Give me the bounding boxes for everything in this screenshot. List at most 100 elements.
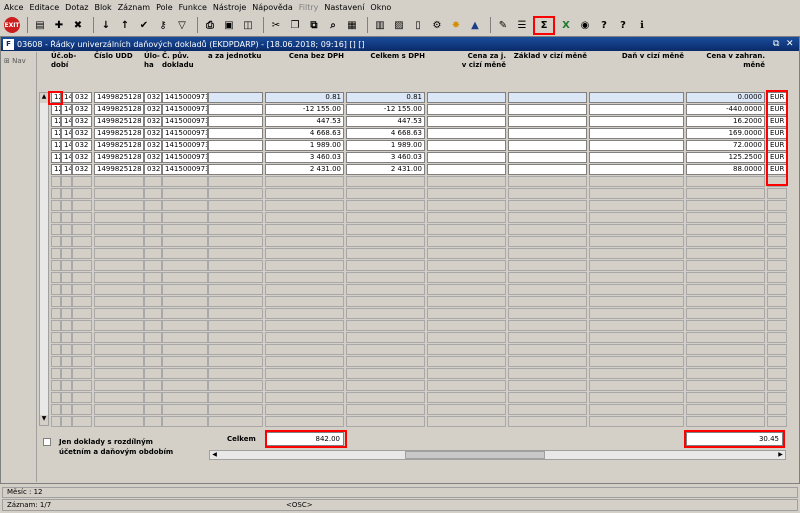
cell-empty[interactable] [427, 176, 506, 187]
cell-udd[interactable] [72, 392, 92, 403]
cell-zahran[interactable] [686, 344, 765, 355]
cell-empty[interactable] [589, 332, 684, 343]
cell-empty[interactable] [427, 164, 506, 175]
cell-zahran[interactable]: 88.0000 [686, 164, 765, 175]
cell-empty[interactable] [427, 140, 506, 151]
cell-bez_dph[interactable] [265, 380, 344, 391]
menu-item-3[interactable]: Blok [94, 3, 111, 12]
cell-empty[interactable] [508, 224, 587, 235]
cell-puv[interactable] [162, 416, 208, 427]
cell-s_dph[interactable] [346, 224, 425, 235]
cell-udd[interactable]: 032 [72, 140, 92, 151]
cell-mena[interactable] [767, 284, 787, 295]
cell-cislo[interactable]: 1499825128 [94, 164, 144, 175]
cell-empty[interactable] [508, 260, 587, 271]
cell-uc2[interactable]: 14 [61, 140, 72, 151]
cell-empty[interactable] [427, 380, 506, 391]
table-row[interactable]: 121403214998251280321415000973-12 155.00… [39, 104, 799, 115]
menu-item-4[interactable]: Záznam [118, 3, 150, 12]
cell-empty[interactable] [508, 284, 587, 295]
cell-uc1[interactable] [51, 344, 61, 355]
cell-uloha[interactable] [144, 248, 162, 259]
cell-puv[interactable] [162, 260, 208, 271]
cell-uc1[interactable] [51, 320, 61, 331]
filter-icon[interactable]: ▽ [174, 17, 190, 33]
document-icon[interactable]: ▯ [410, 17, 426, 33]
cell-uc2[interactable] [61, 392, 72, 403]
cell-mena[interactable] [767, 224, 787, 235]
cell-zahran[interactable] [686, 416, 765, 427]
print-icon[interactable]: ⎙ [202, 17, 218, 33]
cell-mena[interactable] [767, 356, 787, 367]
cell-empty[interactable] [589, 140, 684, 151]
cell-udd[interactable]: 032 [72, 128, 92, 139]
cell-uc2[interactable] [61, 272, 72, 283]
cell-empty[interactable] [208, 404, 263, 415]
cell-uloha[interactable]: 032 [144, 140, 162, 151]
cell-empty[interactable] [427, 344, 506, 355]
cell-empty[interactable] [589, 284, 684, 295]
cell-bez_dph[interactable] [265, 332, 344, 343]
table-row[interactable] [39, 308, 799, 319]
cell-empty[interactable] [208, 380, 263, 391]
cell-mena[interactable]: EUR [767, 116, 787, 127]
cell-empty[interactable] [508, 188, 587, 199]
chart-icon[interactable]: ▥ [372, 17, 388, 33]
cell-s_dph[interactable]: 447.53 [346, 116, 425, 127]
cell-cislo[interactable] [94, 416, 144, 427]
cell-uloha[interactable] [144, 308, 162, 319]
cell-empty[interactable] [508, 356, 587, 367]
cell-uloha[interactable]: 032 [144, 116, 162, 127]
cell-empty[interactable] [208, 128, 263, 139]
cell-udd[interactable] [72, 200, 92, 211]
cell-uc1[interactable] [51, 260, 61, 271]
cell-puv[interactable] [162, 380, 208, 391]
preview-icon[interactable]: ▣ [221, 17, 237, 33]
cell-zahran[interactable] [686, 296, 765, 307]
cell-s_dph[interactable] [346, 308, 425, 319]
cell-uc1[interactable] [51, 284, 61, 295]
cell-empty[interactable] [508, 332, 587, 343]
cell-uc2[interactable] [61, 260, 72, 271]
cell-udd[interactable]: 032 [72, 164, 92, 175]
cell-puv[interactable] [162, 404, 208, 415]
cell-cislo[interactable] [94, 356, 144, 367]
cell-puv[interactable] [162, 224, 208, 235]
cell-empty[interactable] [427, 248, 506, 259]
cell-zahran[interactable] [686, 380, 765, 391]
cell-uc2[interactable] [61, 212, 72, 223]
cell-empty[interactable] [508, 416, 587, 427]
table-row[interactable]: 1214032149982512803214150009731 989.001 … [39, 140, 799, 151]
cell-cislo[interactable] [94, 188, 144, 199]
cell-empty[interactable] [427, 104, 506, 115]
cell-empty[interactable] [208, 296, 263, 307]
cell-empty[interactable] [427, 212, 506, 223]
cell-bez_dph[interactable]: -12 155.00 [265, 104, 344, 115]
cell-s_dph[interactable] [346, 272, 425, 283]
table-row[interactable] [39, 416, 799, 427]
cell-cislo[interactable] [94, 176, 144, 187]
cell-empty[interactable] [208, 104, 263, 115]
menu-item-10[interactable]: Nastavení [324, 3, 364, 12]
cell-zahran[interactable] [686, 260, 765, 271]
cell-uloha[interactable] [144, 320, 162, 331]
cell-empty[interactable] [427, 308, 506, 319]
cell-udd[interactable] [72, 272, 92, 283]
cell-empty[interactable] [589, 224, 684, 235]
help-context-icon[interactable]: ? [615, 17, 631, 33]
table-row[interactable] [39, 260, 799, 271]
table-row[interactable] [39, 176, 799, 187]
cell-cislo[interactable] [94, 308, 144, 319]
cell-mena[interactable] [767, 236, 787, 247]
cell-uloha[interactable] [144, 404, 162, 415]
cell-zahran[interactable] [686, 368, 765, 379]
cell-uloha[interactable] [144, 236, 162, 247]
cell-udd[interactable]: 032 [72, 152, 92, 163]
cell-zahran[interactable] [686, 200, 765, 211]
cell-empty[interactable] [589, 92, 684, 103]
cell-bez_dph[interactable]: 447.53 [265, 116, 344, 127]
cell-empty[interactable] [427, 332, 506, 343]
cell-uc1[interactable] [51, 176, 61, 187]
cell-cislo[interactable] [94, 320, 144, 331]
cell-puv[interactable]: 1415000973 [162, 164, 208, 175]
